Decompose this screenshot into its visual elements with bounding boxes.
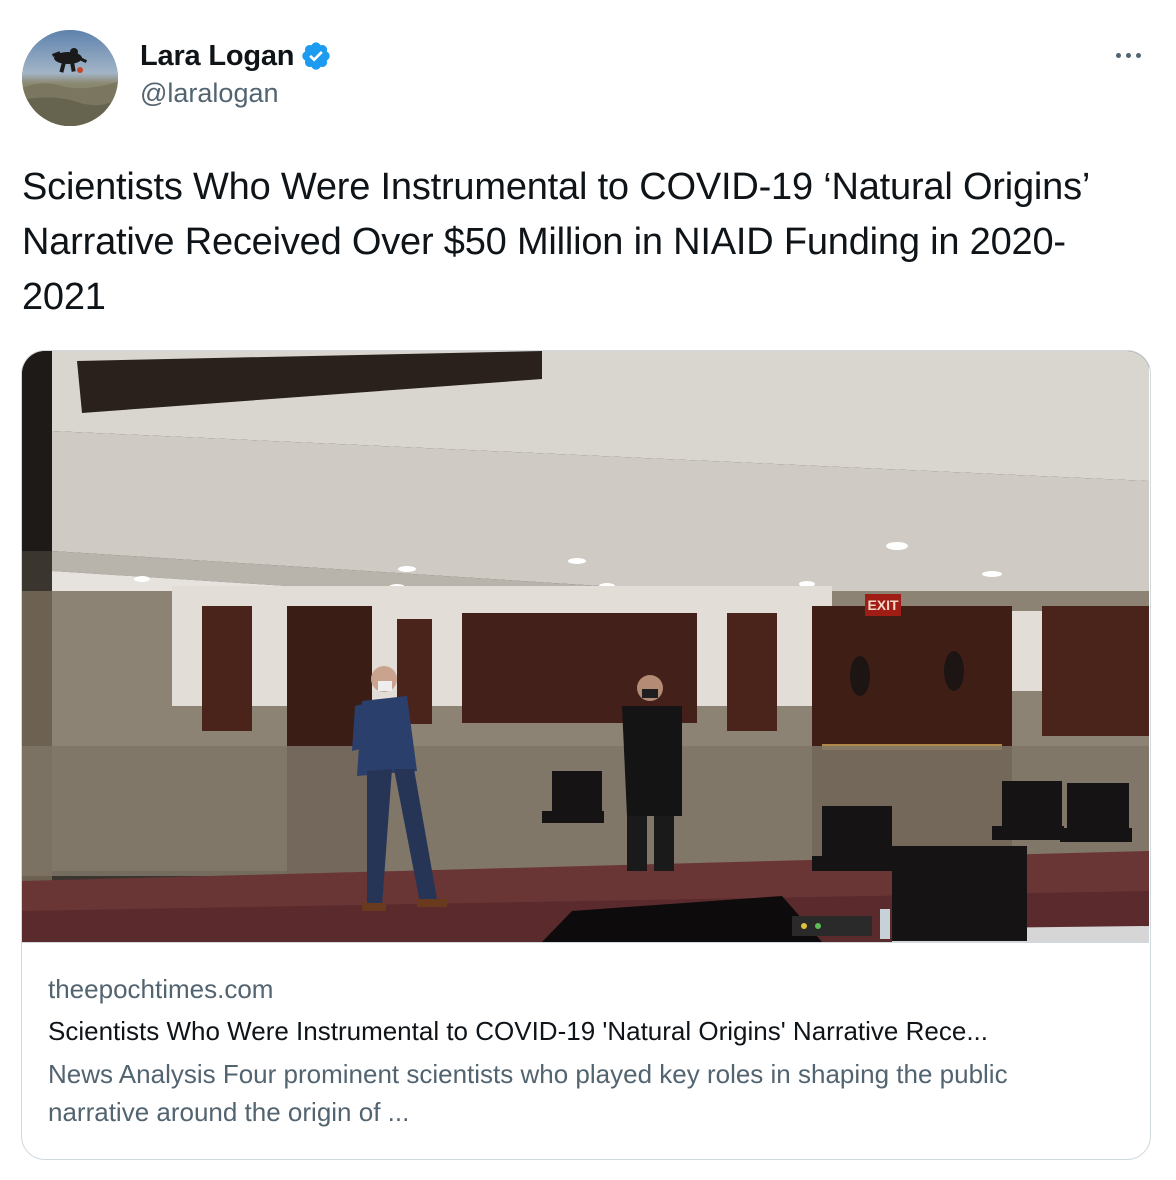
verified-badge-icon [302,42,330,70]
display-name-row: Lara Logan [140,38,332,74]
more-dot [1125,52,1131,58]
svg-text:EXIT: EXIT [867,597,899,613]
more-horizontal-icon[interactable] [1108,40,1148,70]
card-description: News Analysis Four prominent scientists … [48,1059,1008,1127]
card-body: theepochtimes.com Scientists Who Were In… [48,971,1128,1131]
tweet-text: Scientists Who Were Instrumental to COVI… [22,166,1089,318]
more-dot [1135,52,1141,58]
user-block: Lara Logan @laralogan [140,38,332,109]
display-name[interactable]: Lara Logan [140,40,295,73]
card-image[interactable]: EXIT [22,351,1149,943]
link-card[interactable]: EXIT theepochtimes.com Scientists Who We… [21,350,1151,1160]
tweet: Lara Logan @laralogan Scientists Who Wer… [0,0,1176,1180]
card-title: Scientists Who Were Instrumental to COVI… [48,1016,988,1046]
skydiver-photo-avatar [22,30,118,126]
card-domain: theepochtimes.com [48,974,274,1004]
avatar[interactable] [22,30,118,126]
more-dot [1115,52,1121,58]
hearing-room-photo: EXIT [22,351,1149,942]
user-handle[interactable]: @laralogan [140,78,332,109]
